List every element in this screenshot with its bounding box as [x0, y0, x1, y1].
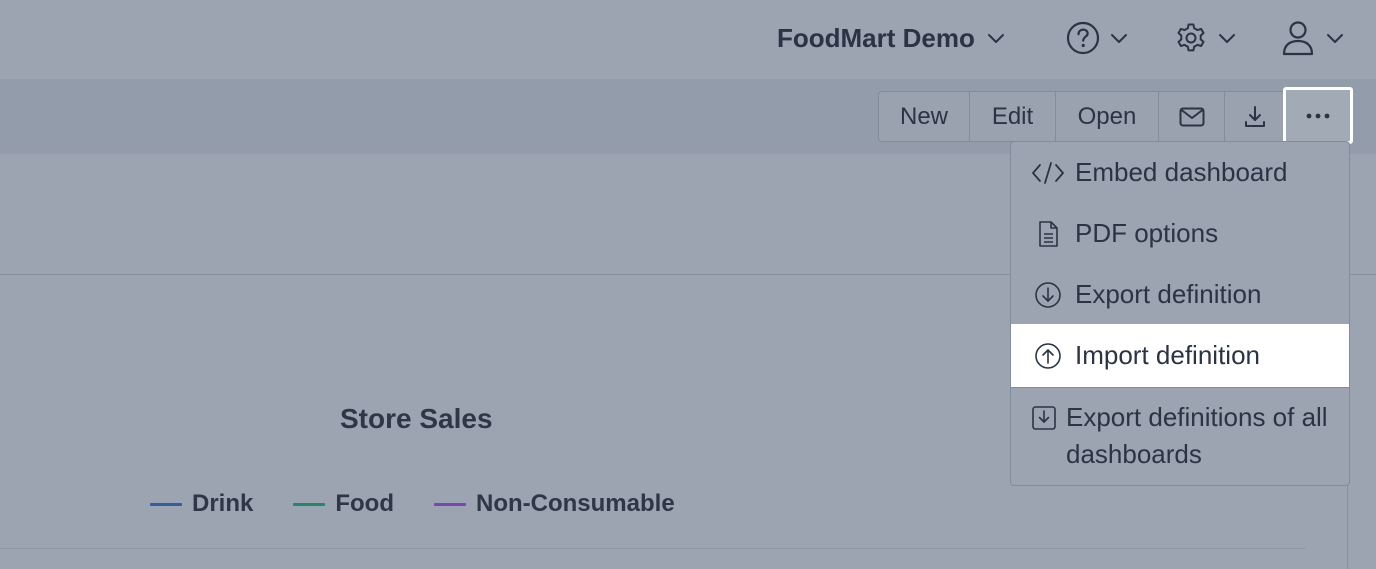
ellipsis-icon [1306, 113, 1330, 118]
menu-item-pdf-options[interactable]: PDF options [1011, 203, 1349, 264]
gear-icon [1177, 23, 1205, 52]
menu-item-export-all-definitions[interactable]: Export definitions of all dashboards [1011, 389, 1349, 485]
legend-label: Drink [192, 490, 254, 517]
help-circle-icon [1066, 21, 1100, 55]
legend-swatch [150, 502, 182, 506]
org-name: FoodMart Demo [777, 22, 975, 53]
legend-label: Food [335, 490, 394, 517]
more-actions-menu: Embed dashboard PDF options Export defin… [1010, 141, 1350, 486]
chevron-down-icon [1327, 34, 1343, 43]
menu-item-label: PDF options [1075, 218, 1219, 248]
menu-divider [1011, 387, 1349, 388]
top-header [0, 0, 1376, 79]
menu-item-label: Embed dashboard [1075, 157, 1288, 187]
chevron-down-icon [1219, 34, 1235, 43]
org-switcher[interactable]: FoodMart Demo [777, 20, 1005, 56]
chart-title: Store Sales [340, 403, 493, 434]
code-icon [1032, 161, 1064, 184]
user-menu-button[interactable] [1280, 18, 1344, 58]
chart-gridline [0, 548, 1306, 549]
menu-item-export-definition[interactable]: Export definition [1011, 264, 1349, 325]
legend-item-food[interactable]: Food [293, 490, 394, 518]
legend-label: Non-Consumable [476, 490, 675, 517]
new-button[interactable]: New [879, 92, 970, 141]
email-button[interactable] [1159, 92, 1225, 141]
legend-swatch [434, 502, 466, 506]
menu-item-label: Import definition [1075, 340, 1260, 370]
chart-legend: Drink Food Non-Consumable [150, 488, 715, 520]
menu-item-label: Export definitions of all dashboards [1066, 402, 1328, 469]
legend-item-non-consumable[interactable]: Non-Consumable [434, 490, 675, 518]
download-icon [1245, 105, 1265, 127]
edit-button[interactable]: Edit [970, 92, 1056, 141]
legend-swatch [293, 502, 326, 506]
settings-menu-button[interactable] [1174, 18, 1236, 58]
help-menu-button[interactable] [1066, 18, 1128, 58]
open-button[interactable]: Open [1056, 92, 1159, 141]
menu-item-import-definition[interactable]: Import definition [1011, 324, 1349, 387]
envelope-icon [1179, 107, 1204, 126]
chevron-down-icon [987, 34, 1004, 43]
dashboard-actions: New Edit Open [878, 91, 1286, 142]
arrow-down-circle-icon [1035, 281, 1061, 308]
download-square-icon [1032, 406, 1056, 430]
menu-item-label: Export definition [1075, 279, 1262, 309]
menu-item-embed-dashboard[interactable]: Embed dashboard [1011, 142, 1349, 203]
arrow-up-circle-icon [1035, 342, 1061, 369]
user-icon [1282, 21, 1314, 56]
document-icon [1039, 220, 1058, 247]
more-actions-button[interactable] [1283, 87, 1353, 144]
download-button[interactable] [1225, 92, 1285, 141]
legend-item-drink[interactable]: Drink [150, 490, 253, 518]
chevron-down-icon [1111, 34, 1127, 43]
